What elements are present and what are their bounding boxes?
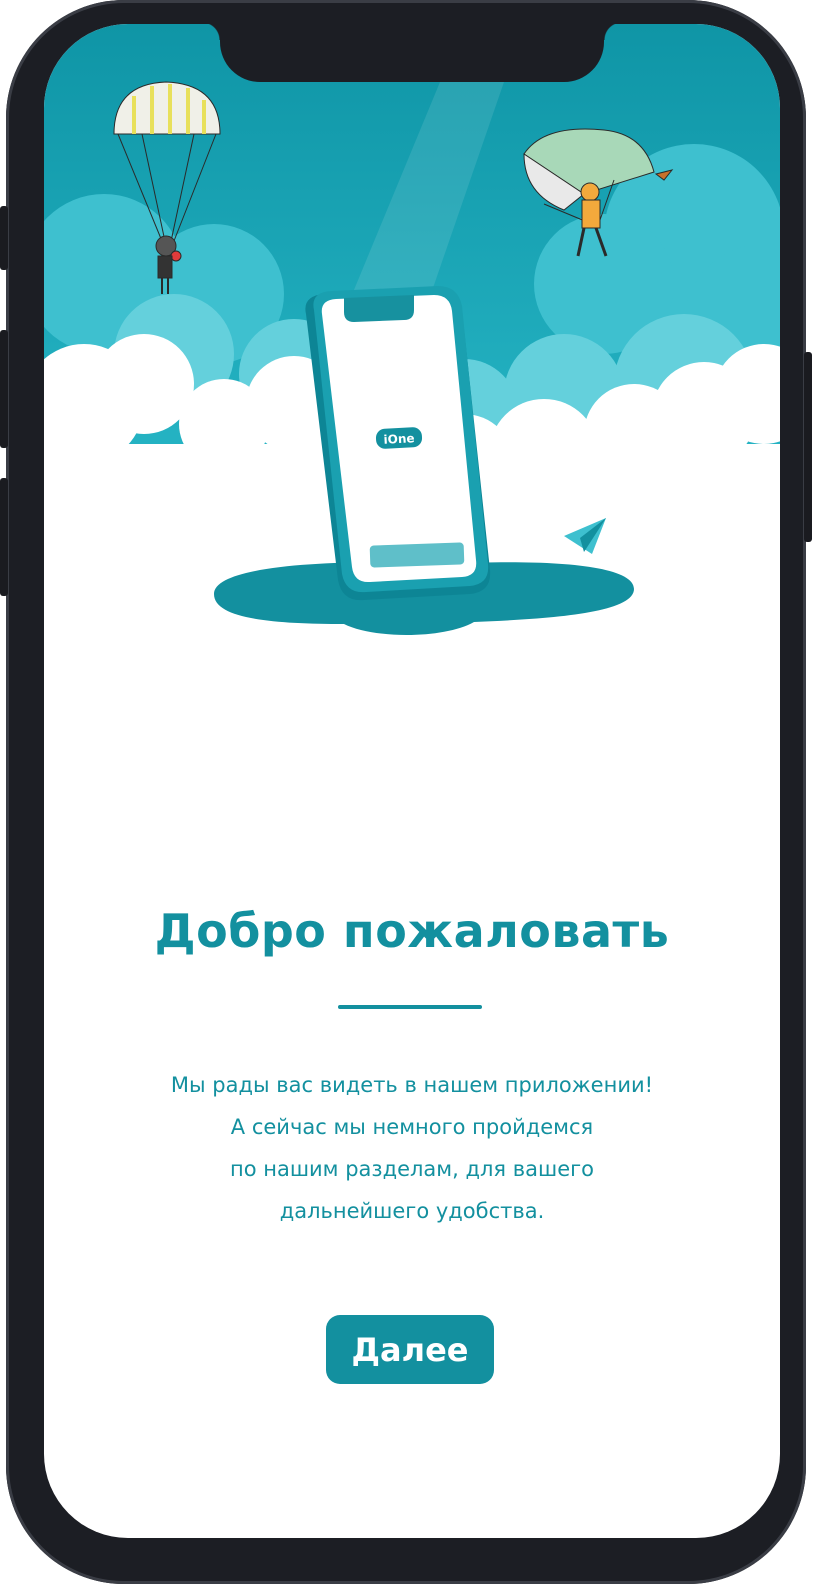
side-button xyxy=(0,206,8,270)
hero-illustration: iOne xyxy=(44,24,780,664)
description-line: дальнейшего удобства. xyxy=(279,1199,545,1223)
phone-frame: iOne Добро пожаловать Мы рады вас видеть… xyxy=(0,0,812,1584)
next-button[interactable]: Далее xyxy=(326,1315,494,1384)
title-divider xyxy=(338,1005,482,1009)
power-button xyxy=(804,352,812,542)
welcome-title: Добро пожаловать xyxy=(154,904,670,958)
volume-up-button xyxy=(0,330,8,448)
welcome-description: Мы рады вас видеть в нашем приложении! А… xyxy=(44,1064,780,1232)
volume-down-button xyxy=(0,478,8,596)
notch xyxy=(202,24,622,82)
description-line: Мы рады вас видеть в нашем приложении! xyxy=(170,1073,654,1097)
logo-text: iOne xyxy=(383,431,415,447)
app-screen: iOne Добро пожаловать Мы рады вас видеть… xyxy=(44,24,780,1538)
description-line: А сейчас мы немного пройдемся xyxy=(230,1115,594,1139)
description-line: по нашим разделам, для вашего xyxy=(229,1157,595,1181)
